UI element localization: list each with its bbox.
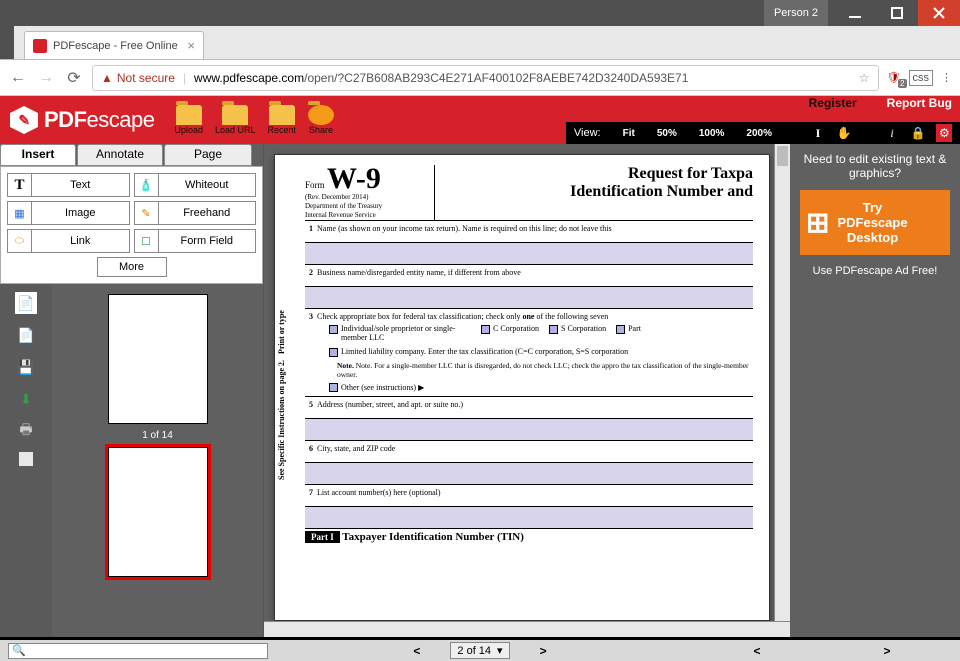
address-bar[interactable]: ▲Not secure | www.pdfescape.com/open/?C2… (92, 65, 879, 91)
page-selector[interactable]: 2 of 14▾ (450, 642, 509, 659)
upload-button[interactable]: Upload (174, 105, 203, 135)
favicon-icon (33, 39, 47, 53)
zoom-50-button[interactable]: 50% (651, 128, 683, 139)
checkbox[interactable] (329, 325, 338, 334)
tool-freehand[interactable]: ✎Freehand (134, 201, 257, 225)
browser-profile-badge[interactable]: Person 2 (764, 0, 828, 26)
tool-more-button[interactable]: More (97, 257, 167, 277)
link-icon: ⬭ (8, 230, 32, 252)
settings-gear-icon[interactable]: ⚙ (936, 124, 952, 142)
image-icon: ▦ (8, 202, 32, 224)
checkbox[interactable] (616, 325, 625, 334)
rail-print-icon[interactable]: 🖶 (15, 420, 37, 442)
window-maximize-button[interactable] (876, 0, 918, 26)
search-input[interactable]: 🔍 (8, 643, 268, 659)
load-url-button[interactable]: Load URL (215, 105, 256, 135)
formfield-icon: ☐ (135, 230, 159, 252)
side-instructions: See Specific Instructions on page 2. Pri… (277, 295, 286, 495)
tab-close-icon[interactable]: × (187, 38, 195, 53)
view-label: View: (574, 127, 601, 139)
vertical-scrollbar[interactable] (774, 144, 790, 621)
register-link[interactable]: Register (809, 96, 857, 110)
page-prev-button[interactable]: < (413, 644, 420, 658)
zoom-fit-button[interactable]: Fit (617, 128, 641, 139)
page-next-button[interactable]: > (540, 644, 547, 658)
windows-icon: ⊞ (806, 206, 829, 239)
zoom-100-button[interactable]: 100% (693, 128, 731, 139)
browser-tab[interactable]: PDFescape - Free Online × (24, 31, 204, 59)
thumb-next-button[interactable]: > (883, 644, 890, 658)
text-icon: T (8, 174, 32, 196)
security-warning: ▲Not secure (101, 71, 175, 85)
recent-button[interactable]: Recent (268, 105, 297, 135)
adfree-link[interactable]: Use PDFescape Ad Free! (813, 265, 938, 277)
warning-icon: ▲ (101, 71, 113, 85)
page-thumbnail-1[interactable] (108, 294, 208, 424)
window-close-button[interactable] (918, 0, 960, 26)
rail-save-icon[interactable]: 💾 (15, 356, 37, 378)
search-icon: 🔍 (12, 644, 26, 657)
whiteout-icon: 🧴 (135, 174, 159, 196)
text-cursor-icon[interactable]: I (810, 126, 826, 141)
adblock-shield-icon[interactable]: 🛡2 (887, 71, 901, 84)
tab-page[interactable]: Page (164, 144, 252, 166)
logo-icon: ✎ (10, 106, 38, 134)
tool-text[interactable]: TText (7, 173, 130, 197)
checkbox[interactable] (329, 383, 338, 392)
browser-menu-icon[interactable]: ⋮ (941, 71, 952, 84)
nav-reload-button[interactable]: ⟳ (64, 68, 84, 88)
info-icon[interactable]: i (884, 126, 900, 141)
checkbox[interactable] (549, 325, 558, 334)
thumbnail-label: 1 of 14 (142, 430, 173, 441)
pdf-page[interactable]: See Specific Instructions on page 2. Pri… (274, 154, 770, 621)
checkbox[interactable] (329, 348, 338, 357)
share-button[interactable]: Share (308, 105, 334, 135)
checkbox[interactable] (481, 325, 490, 334)
promo-headline: Need to edit existing text & graphics? (798, 152, 952, 180)
thumb-prev-button[interactable]: < (753, 644, 760, 658)
window-minimize-button[interactable] (834, 0, 876, 26)
hand-tool-icon[interactable]: ✋ (836, 126, 852, 140)
rail-doc-icon[interactable]: 📄 (15, 324, 37, 346)
pdfescape-logo[interactable]: ✎ PDFescape (0, 106, 154, 134)
try-desktop-button[interactable]: ⊞ TryPDFescapeDesktop (800, 190, 950, 255)
bookmark-star-icon[interactable]: ☆ (859, 71, 870, 85)
horizontal-scrollbar[interactable] (264, 621, 790, 637)
rail-download-icon[interactable]: ⬇ (15, 388, 37, 410)
tool-image[interactable]: ▦Image (7, 201, 130, 225)
zoom-200-button[interactable]: 200% (740, 128, 778, 139)
report-bug-link[interactable]: Report Bug (887, 96, 952, 110)
lock-icon[interactable]: 🔒 (910, 126, 926, 140)
chevron-down-icon: ▾ (497, 644, 503, 657)
pencil-icon: ✎ (135, 202, 159, 224)
tab-insert[interactable]: Insert (0, 144, 76, 166)
css-extension-badge[interactable]: css (909, 70, 934, 86)
tab-title: PDFescape - Free Online (53, 40, 187, 52)
tab-annotate[interactable]: Annotate (77, 144, 163, 166)
tool-formfield[interactable]: ☐Form Field (134, 229, 257, 253)
nav-forward-button: → (36, 69, 56, 87)
page-thumbnail-2[interactable] (108, 447, 208, 577)
tool-link[interactable]: ⬭Link (7, 229, 130, 253)
nav-back-button[interactable]: ← (8, 69, 28, 87)
tool-whiteout[interactable]: 🧴Whiteout (134, 173, 257, 197)
rail-blank-icon[interactable] (19, 452, 33, 466)
rail-pages-icon[interactable]: 📄 (15, 292, 37, 314)
